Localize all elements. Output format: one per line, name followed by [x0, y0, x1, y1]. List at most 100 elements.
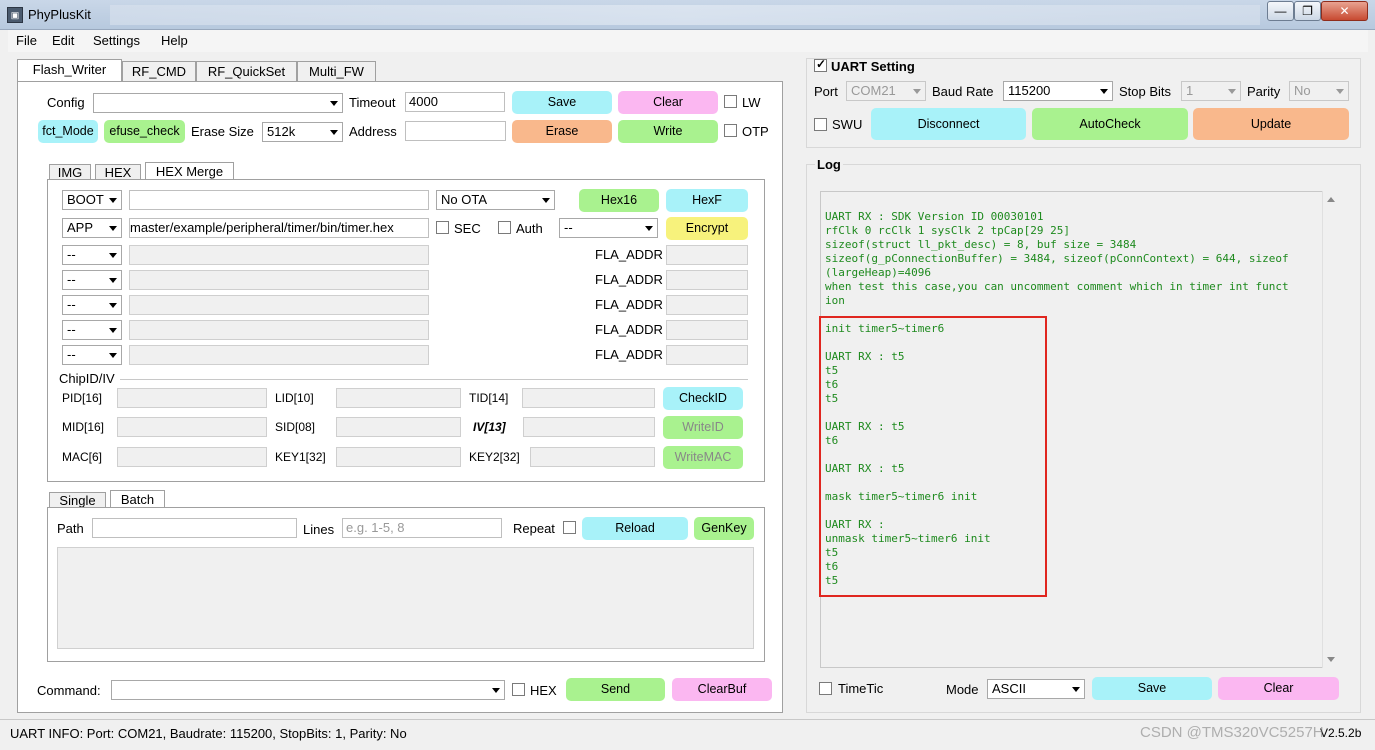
parity-select[interactable]: No: [1289, 81, 1349, 101]
config-label: Config: [47, 95, 85, 110]
fla-addr-input[interactable]: [666, 320, 748, 340]
hex-label: HEX: [530, 683, 557, 698]
fla-addr-input[interactable]: [666, 270, 748, 290]
hex16-button[interactable]: Hex16: [579, 189, 659, 212]
command-select[interactable]: [111, 680, 505, 700]
otp-checkbox[interactable]: [724, 124, 737, 137]
path-input[interactable]: [92, 518, 297, 538]
uart-info-status: UART INFO: Port: COM21, Baudrate: 115200…: [10, 726, 407, 741]
lines-input[interactable]: e.g. 1-5, 8: [342, 518, 502, 538]
erase-button[interactable]: Erase: [512, 120, 612, 143]
scroll-up-icon[interactable]: [1327, 197, 1335, 202]
hex-checkbox[interactable]: [512, 683, 525, 696]
baud-rate-select[interactable]: 115200: [1003, 81, 1113, 101]
pid-input[interactable]: [117, 388, 267, 408]
hex-row-path[interactable]: [129, 345, 429, 365]
update-button[interactable]: Update: [1193, 108, 1349, 140]
autocheck-button[interactable]: AutoCheck: [1032, 108, 1188, 140]
hex-row-select[interactable]: --: [62, 295, 122, 315]
fla-addr-label: FLA_ADDR: [595, 272, 663, 287]
mode-select[interactable]: ASCII: [987, 679, 1085, 699]
reload-button[interactable]: Reload: [582, 517, 688, 540]
swu-checkbox[interactable]: [814, 118, 827, 131]
mid-input[interactable]: [117, 417, 267, 437]
tid-input[interactable]: [522, 388, 655, 408]
auth-select[interactable]: --: [559, 218, 658, 238]
menu-bar: File Edit Settings Help: [8, 30, 1368, 52]
log-clear-button[interactable]: Clear: [1218, 677, 1339, 700]
sec-checkbox[interactable]: [436, 221, 449, 234]
timetic-checkbox[interactable]: [819, 682, 832, 695]
ota-select[interactable]: No OTA: [436, 190, 555, 210]
hex-row-path[interactable]: [129, 320, 429, 340]
fla-addr-label: FLA_ADDR: [595, 347, 663, 362]
scroll-down-icon[interactable]: [1327, 657, 1335, 662]
menu-settings[interactable]: Settings: [93, 33, 140, 48]
batch-list[interactable]: [57, 547, 754, 649]
sid-input[interactable]: [336, 417, 461, 437]
auth-checkbox[interactable]: [498, 221, 511, 234]
hex-row-path[interactable]: [129, 245, 429, 265]
hex-row-path[interactable]: [129, 270, 429, 290]
mac-label: MAC[6]: [62, 450, 103, 464]
port-select[interactable]: COM21: [846, 81, 926, 101]
key2-input[interactable]: [530, 447, 655, 467]
log-scrollbar[interactable]: [1322, 191, 1338, 668]
fct-mode-button[interactable]: fct_Mode: [38, 120, 98, 143]
checkid-button[interactable]: CheckID: [663, 387, 743, 410]
hex-row-select[interactable]: --: [62, 345, 122, 365]
path-label: Path: [57, 521, 84, 536]
save-button[interactable]: Save: [512, 91, 612, 114]
boot-path-input[interactable]: [129, 190, 429, 210]
app-path-input[interactable]: master/example/peripheral/timer/bin/time…: [129, 218, 429, 238]
key1-input[interactable]: [336, 447, 461, 467]
auth-label: Auth: [516, 221, 543, 236]
writeid-button[interactable]: WriteID: [663, 416, 743, 439]
log-save-button[interactable]: Save: [1092, 677, 1212, 700]
config-select[interactable]: [93, 93, 343, 113]
timeout-input[interactable]: 4000: [405, 92, 505, 112]
erase-size-label: Erase Size: [191, 124, 254, 139]
stop-bits-select[interactable]: 1: [1181, 81, 1241, 101]
lw-checkbox[interactable]: [724, 95, 737, 108]
send-button[interactable]: Send: [566, 678, 665, 701]
hex-row-path[interactable]: [129, 295, 429, 315]
clear-button[interactable]: Clear: [618, 91, 718, 114]
tab-rf-quickset[interactable]: RF_QuickSet: [196, 61, 297, 82]
tab-rf-cmd[interactable]: RF_CMD: [122, 61, 196, 82]
repeat-checkbox[interactable]: [563, 521, 576, 534]
fla-addr-input[interactable]: [666, 345, 748, 365]
lid-input[interactable]: [336, 388, 461, 408]
boot-select[interactable]: BOOT: [62, 190, 122, 210]
close-button[interactable]: ✕: [1321, 1, 1368, 21]
chipid-group-line: [120, 379, 748, 380]
minimize-button[interactable]: —: [1267, 1, 1294, 21]
encrypt-button[interactable]: Encrypt: [666, 217, 748, 240]
otp-label: OTP: [742, 124, 769, 139]
hex-row-select[interactable]: --: [62, 270, 122, 290]
tab-multi-fw[interactable]: Multi_FW: [297, 61, 376, 82]
uart-setting-checkbox[interactable]: [814, 57, 827, 72]
write-button[interactable]: Write: [618, 120, 718, 143]
writemac-button[interactable]: WriteMAC: [663, 446, 743, 469]
genkey-button[interactable]: GenKey: [694, 517, 754, 540]
hex-row-select[interactable]: --: [62, 245, 122, 265]
menu-edit[interactable]: Edit: [52, 33, 74, 48]
menu-file[interactable]: File: [16, 33, 37, 48]
hex-row-select[interactable]: --: [62, 320, 122, 340]
clearbuf-button[interactable]: ClearBuf: [672, 678, 772, 701]
efuse-check-button[interactable]: efuse_check: [104, 120, 185, 143]
tab-flash-writer[interactable]: Flash_Writer: [17, 59, 122, 82]
fla-addr-input[interactable]: [666, 295, 748, 315]
iv-input[interactable]: [523, 417, 655, 437]
erase-size-select[interactable]: 512k: [262, 122, 343, 142]
disconnect-button[interactable]: Disconnect: [871, 108, 1026, 140]
mac-input[interactable]: [117, 447, 267, 467]
fla-addr-input[interactable]: [666, 245, 748, 265]
address-input[interactable]: [405, 121, 506, 141]
maximize-button[interactable]: ❐: [1294, 1, 1321, 21]
app-select[interactable]: APP: [62, 218, 122, 238]
menu-help[interactable]: Help: [161, 33, 188, 48]
hexf-button[interactable]: HexF: [666, 189, 748, 212]
parity-label: Parity: [1247, 84, 1281, 99]
